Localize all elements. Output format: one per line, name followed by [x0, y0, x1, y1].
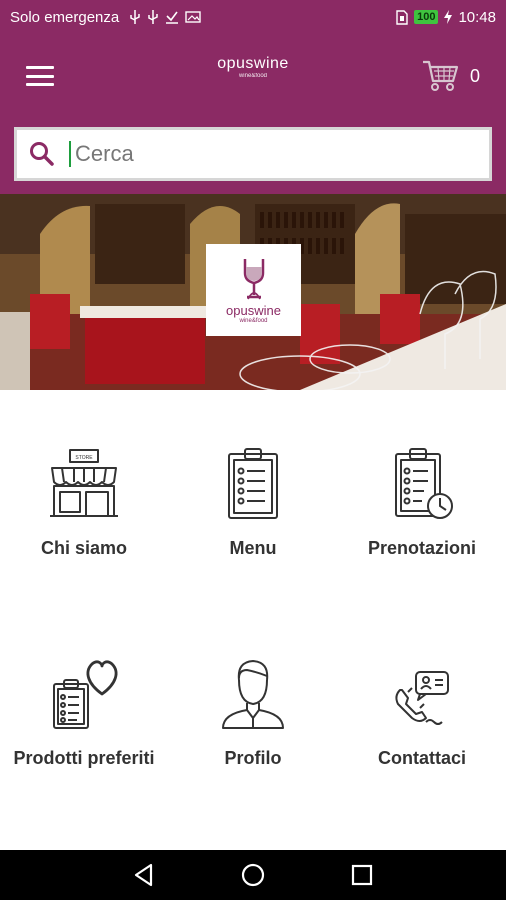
phone-contact-icon	[395, 671, 449, 725]
hero-image: opuswine wine&food	[0, 194, 506, 390]
store-icon: STORE	[50, 449, 118, 517]
tile-label: Menu	[229, 538, 277, 558]
clipboard-clock-icon	[395, 448, 453, 519]
logo-subtext: wine&food	[238, 73, 268, 79]
battery-badge: 100	[414, 10, 439, 24]
search-bar	[0, 118, 506, 194]
back-icon	[135, 863, 153, 887]
recents-button[interactable]	[342, 855, 382, 895]
tile-label: Prenotazioni	[367, 538, 476, 558]
search-input[interactable]	[69, 141, 449, 167]
home-icon	[241, 863, 265, 887]
tile-chi-siamo[interactable]: STORE Chi siamo	[0, 446, 168, 559]
clipboard-list-icon	[228, 448, 278, 519]
tile-label: Prodotti preferiti	[13, 748, 155, 768]
charging-icon	[444, 10, 453, 24]
status-bar: Solo emergenza 100 10:48	[0, 0, 506, 34]
tile-contattaci[interactable]: Contattaci	[338, 656, 506, 769]
back-button[interactable]	[124, 855, 164, 895]
logo-text: opuswine	[217, 55, 289, 72]
cart-icon	[422, 60, 459, 91]
tile-profilo[interactable]: Profilo	[169, 656, 337, 769]
cart-count: 0	[469, 65, 480, 86]
clipboard-heart-icon	[53, 660, 118, 729]
menu-icon[interactable]	[26, 66, 54, 86]
search-icon	[30, 142, 54, 166]
usb-icon	[148, 10, 158, 24]
usb-icon	[130, 10, 140, 24]
system-nav-bar	[0, 850, 506, 900]
user-profile-icon	[222, 660, 284, 729]
app-logo: opuswine wine&food	[217, 56, 289, 80]
download-done-icon	[166, 11, 179, 24]
tile-label: Chi siamo	[40, 538, 128, 558]
tile-prenotazioni[interactable]: Prenotazioni	[338, 446, 506, 559]
hero-logo-subtext: wine&food	[239, 317, 268, 324]
app-bar: opuswine wine&food 0	[0, 34, 506, 118]
hero-logo-card: opuswine wine&food	[206, 244, 301, 336]
image-icon	[185, 11, 201, 23]
wine-glass-logo-icon	[243, 258, 264, 299]
carrier-text: Solo emergenza	[10, 8, 120, 26]
svg-text:STORE: STORE	[75, 455, 93, 461]
hero-logo-text: opuswine	[226, 302, 281, 318]
menu-grid: STORE Chi siamo Menu Prenotazioni Prodot…	[0, 390, 506, 850]
tile-prodotti-preferiti[interactable]: Prodotti preferiti	[0, 656, 168, 769]
sim-icon	[396, 9, 408, 25]
home-button[interactable]	[233, 855, 273, 895]
tile-label: Profilo	[224, 748, 282, 768]
recents-icon	[351, 864, 372, 886]
tile-label: Contattaci	[377, 748, 466, 768]
cart-button[interactable]: 0	[422, 59, 480, 93]
tile-menu[interactable]: Menu	[169, 446, 337, 559]
clock: 10:48	[458, 8, 496, 26]
search-box[interactable]	[14, 127, 492, 181]
